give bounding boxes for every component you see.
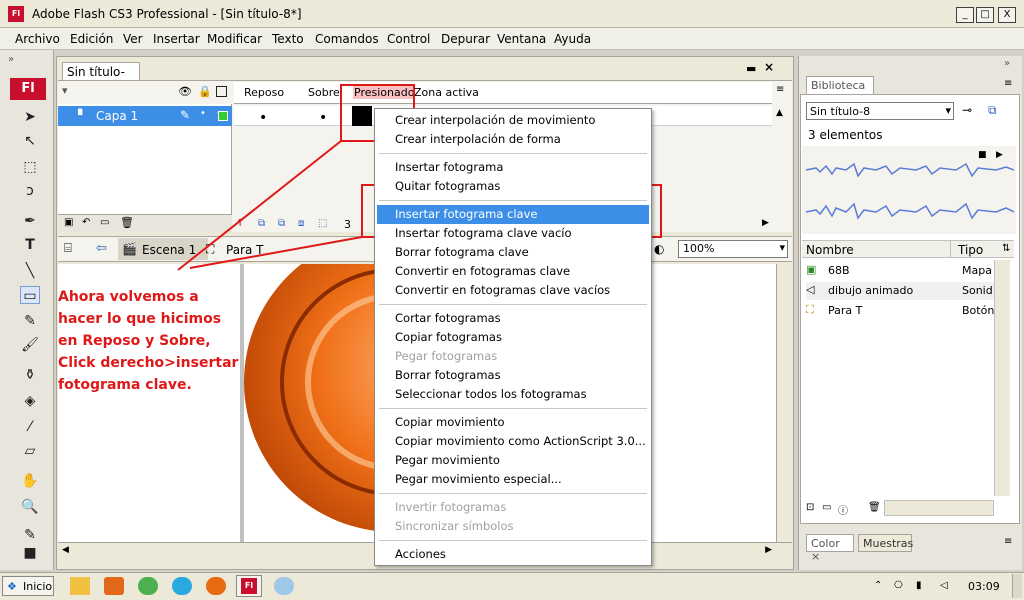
item-type: Sonid [962,284,993,297]
properties-icon[interactable]: ⓘ [838,502,848,517]
menu-item-invertir-fotogramas: Invertir fotogramas [395,500,507,514]
library-horizontal-scrollbar[interactable] [884,500,994,516]
flash-taskbar-icon: Fl [241,578,257,594]
arrow-line-1 [177,140,342,271]
item-name: dibujo animado [828,284,914,297]
column-name[interactable]: Nombre [806,243,854,257]
file-explorer-icon[interactable] [70,577,90,595]
usb-icon[interactable]: ⎔ [894,580,903,591]
library-tab-label: Biblioteca [811,79,866,92]
panel-collapse-icon[interactable]: » [1004,58,1010,69]
show-hidden-icons-icon[interactable]: ⌃ [874,580,882,591]
start-button[interactable]: ❖ Inicio [2,576,54,596]
color-options-icon[interactable]: ≡ [1004,536,1012,547]
close-icon[interactable]: × [811,550,820,563]
start-label: Inicio [23,580,53,593]
firefox-icon[interactable] [206,577,226,595]
menu-item-copiar-movimiento-actionscript[interactable]: Copiar movimiento como ActionScript 3.0.… [395,434,646,448]
media-player-icon[interactable] [104,577,124,595]
chevron-down-icon: ▾ [945,104,951,117]
item-type: Botón [962,304,995,317]
button-symbol-icon: ⛶ [806,303,814,316]
chrome-icon[interactable] [138,577,158,595]
menu-item-pegar-fotogramas: Pegar fotogramas [395,349,498,363]
menu-item-borrar-fotogramas[interactable]: Borrar fotogramas [395,368,501,382]
menu-separator [379,153,647,154]
menu-item-pegar-movimiento-especial[interactable]: Pegar movimiento especial... [395,472,562,486]
library-vertical-scrollbar[interactable] [994,260,1010,496]
column-type[interactable]: Tipo [958,243,983,257]
menu-item-crear-interpolacion-movimiento[interactable]: Crear interpolación de movimiento [395,113,595,127]
menu-item-insertar-fotograma-clave[interactable]: Insertar fotograma clave [395,207,537,221]
menu-item-pegar-movimiento[interactable]: Pegar movimiento [395,453,500,467]
menu-item-borrar-fotograma-clave[interactable]: Borrar fotograma clave [395,245,529,259]
menu-separator [379,408,647,409]
windows-logo-icon: ❖ [7,580,17,593]
column-divider [950,241,951,257]
library-item-count: 3 elementos [808,128,883,142]
menu-item-acciones[interactable]: Acciones [395,547,446,561]
menu-item-crear-interpolacion-forma[interactable]: Crear interpolación de forma [395,132,561,146]
library-options-icon[interactable]: ≡ [1004,78,1012,89]
library-item-68b[interactable]: ▣ 68B Mapa [806,262,994,280]
menu-item-insertar-fotograma-clave-vacio[interactable]: Insertar fotograma clave vacío [395,226,572,240]
menu-item-insertar-fotograma[interactable]: Insertar fotograma [395,160,503,174]
sound-waveform [806,162,1014,220]
delete-icon[interactable]: 🗑 [868,502,881,513]
library-item-para-t[interactable]: ⛶ Para T Botón [806,302,994,320]
pin-library-icon[interactable]: ⊸ [962,103,972,117]
library-document-value: Sin título-8 [810,105,871,118]
menu-item-cortar-fotogramas[interactable]: Cortar fotogramas [395,311,501,325]
color-tab-label: Color [811,537,840,550]
skype-icon[interactable] [172,577,192,595]
swatches-tab[interactable]: Muestras [858,534,913,552]
library-tab[interactable]: Biblioteca × [806,76,874,105]
menu-separator [379,493,647,494]
menu-separator [379,200,647,201]
library-header: Nombre Tipo ⇅ [802,240,1014,258]
menu-separator [379,540,647,541]
new-library-panel-icon[interactable]: ⧉ [988,103,997,118]
library-document-select[interactable]: Sin título-8 ▾ [806,102,954,120]
menu-item-copiar-fotogramas[interactable]: Copiar fotogramas [395,330,502,344]
menu-item-convertir-fotogramas-clave[interactable]: Convertir en fotogramas clave [395,264,570,278]
context-menu: Crear interpolación de movimiento Crear … [374,108,652,566]
color-tab[interactable]: Color × [806,534,854,563]
taskbar-clock[interactable]: 03:09 [968,580,1000,593]
menu-item-seleccionar-todos-fotogramas[interactable]: Seleccionar todos los fotogramas [395,387,587,401]
new-symbol-icon[interactable]: ⊡ [806,502,814,513]
menu-item-sincronizar-simbolos: Sincronizar símbolos [395,519,514,533]
bitmap-icon: ▣ [806,263,817,276]
sort-icon[interactable]: ⇅ [1002,243,1010,254]
item-name: 68B [828,264,850,277]
arrow-line-2 [189,236,363,269]
library-item-dibujo-animado[interactable]: ◁ dibujo animado Sonid [806,282,994,300]
new-folder-icon[interactable]: ▭ [822,502,831,513]
paint-icon[interactable] [274,577,294,595]
item-type: Mapa [962,264,992,277]
menu-separator [379,304,647,305]
volume-icon[interactable]: ◁ [940,580,948,591]
show-desktop-button[interactable] [1012,574,1022,598]
flash-taskbar-button[interactable]: Fl [236,575,262,597]
item-name: Para T [828,304,863,317]
menu-item-copiar-movimiento[interactable]: Copiar movimiento [395,415,505,429]
network-icon[interactable]: ▮ [916,580,922,591]
sound-icon: ◁ [806,283,815,296]
menu-item-convertir-fotogramas-clave-vacios[interactable]: Convertir en fotogramas clave vacíos [395,283,610,297]
menu-item-quitar-fotogramas[interactable]: Quitar fotogramas [395,179,500,193]
